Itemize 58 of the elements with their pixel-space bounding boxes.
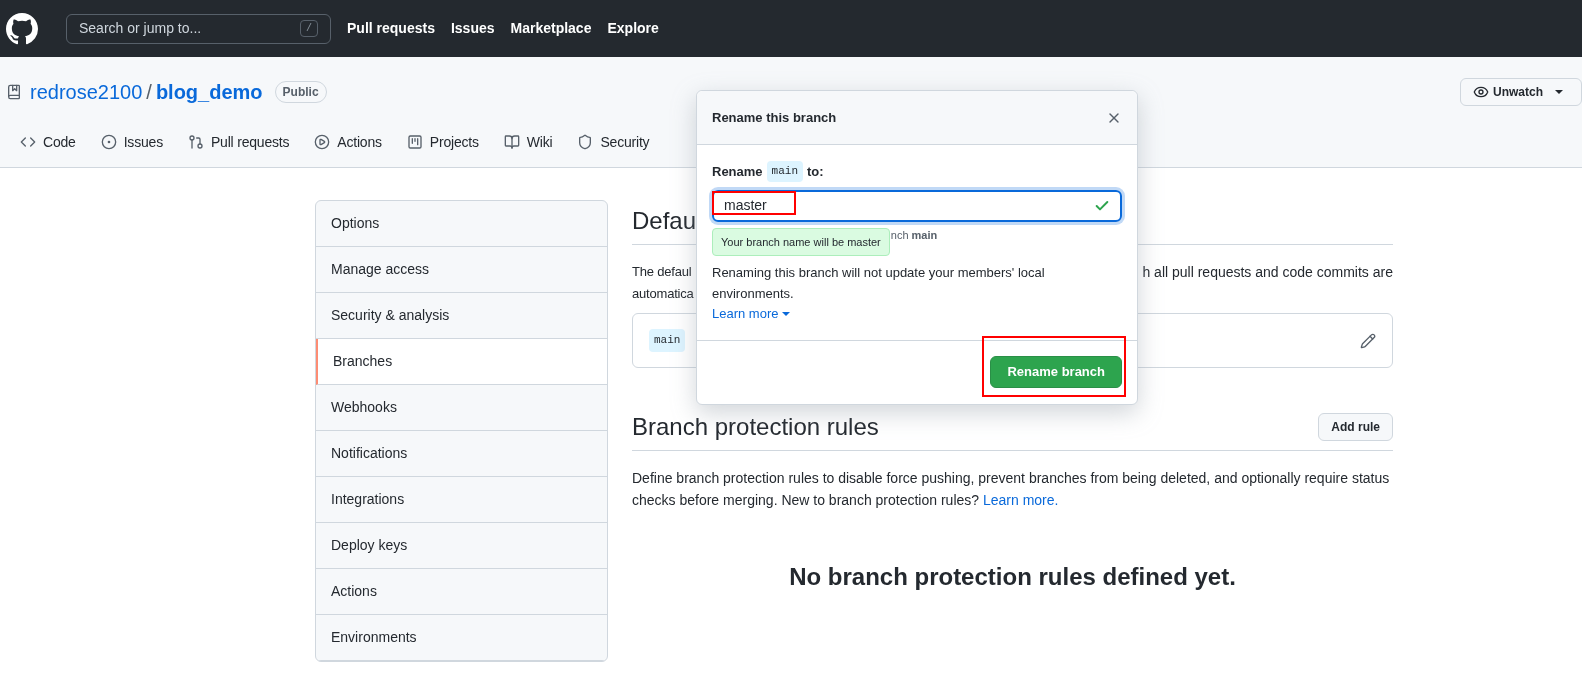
menu-item[interactable]: Webhooks: [316, 385, 607, 431]
description-text: automatica: [632, 285, 694, 303]
field-label: Rename: [712, 162, 763, 181]
search-placeholder: Search or jump to...: [79, 19, 202, 38]
repo-tab[interactable]: Code: [12, 119, 84, 167]
branch-name: main: [649, 329, 686, 352]
nav-link[interactable]: Issues: [450, 18, 495, 39]
play-icon: [314, 134, 331, 150]
pencil-icon[interactable]: [1360, 332, 1376, 349]
hint-text: nch main: [890, 227, 938, 243]
warning-text: Renaming this branch will not update your members' local environments.: [712, 264, 1046, 303]
repo-tab[interactable]: Security: [569, 119, 658, 167]
description-text: Define branch protection rules to disable force pushing, prevent branches from being deleted, and optionally require status checks before merging. New to branch protection rules? Learn more.: [632, 469, 1391, 510]
description-text: h all pull requests and code commits are: [1142, 263, 1393, 282]
learn-more-link[interactable]: Learn more: [712, 304, 791, 324]
repo-tab[interactable]: Pull requests: [179, 119, 298, 167]
nav-link[interactable]: Marketplace: [510, 18, 592, 39]
learn-more-link[interactable]: Learn more.: [982, 492, 1059, 508]
validation-tooltip: Your branch name will be master: [712, 227, 890, 256]
field-label: to:: [807, 162, 824, 181]
book-icon: [503, 134, 520, 150]
search-field[interactable]: Search or jump to... /: [66, 13, 331, 44]
pull-request-icon: [187, 134, 204, 150]
repo-tab[interactable]: Projects: [398, 119, 487, 167]
nav-link[interactable]: Pull requests: [347, 18, 435, 39]
eye-icon: [1473, 84, 1489, 100]
description-text: The defaul: [632, 263, 692, 281]
add-rule-button[interactable]: Add rule: [1318, 413, 1393, 441]
code-icon: [20, 134, 36, 150]
dialog-title: Rename this branch: [712, 108, 837, 127]
shield-icon: [577, 134, 594, 150]
caret-icon: [782, 311, 791, 316]
owner-link[interactable]: redrose2100: [30, 77, 143, 107]
menu-item[interactable]: Notifications: [316, 431, 607, 477]
watch-button[interactable]: Unwatch: [1460, 78, 1582, 106]
repo-name-link[interactable]: blog_demo: [155, 77, 263, 107]
repo-tab[interactable]: Actions: [306, 119, 390, 167]
menu-item[interactable]: Deploy keys: [316, 523, 607, 569]
menu-item[interactable]: Environments: [316, 615, 607, 661]
menu-item[interactable]: Options: [316, 201, 607, 247]
shortcut-key: /: [300, 20, 318, 37]
menu-item[interactable]: Manage access: [316, 247, 607, 293]
menu-item[interactable]: Actions: [316, 569, 607, 615]
menu-item[interactable]: Branches: [316, 339, 607, 385]
repo-icon: [6, 84, 22, 100]
nav-link[interactable]: Explore: [607, 18, 659, 39]
path-separator: /: [146, 80, 152, 105]
repo-tab[interactable]: Issues: [92, 119, 171, 167]
board-icon: [406, 134, 423, 150]
caret-icon: [1555, 90, 1563, 94]
logo-icon[interactable]: [6, 12, 38, 45]
branch-name-input[interactable]: master: [712, 189, 1122, 222]
branch-name: main: [766, 161, 803, 182]
circle-dot-icon: [100, 134, 117, 150]
empty-state-text: No branch protection rules defined yet.: [788, 562, 1237, 592]
section-heading: Branch protection rules: [632, 412, 879, 442]
repo-tab[interactable]: Wiki: [495, 119, 561, 167]
menu-item[interactable]: Integrations: [316, 477, 607, 523]
